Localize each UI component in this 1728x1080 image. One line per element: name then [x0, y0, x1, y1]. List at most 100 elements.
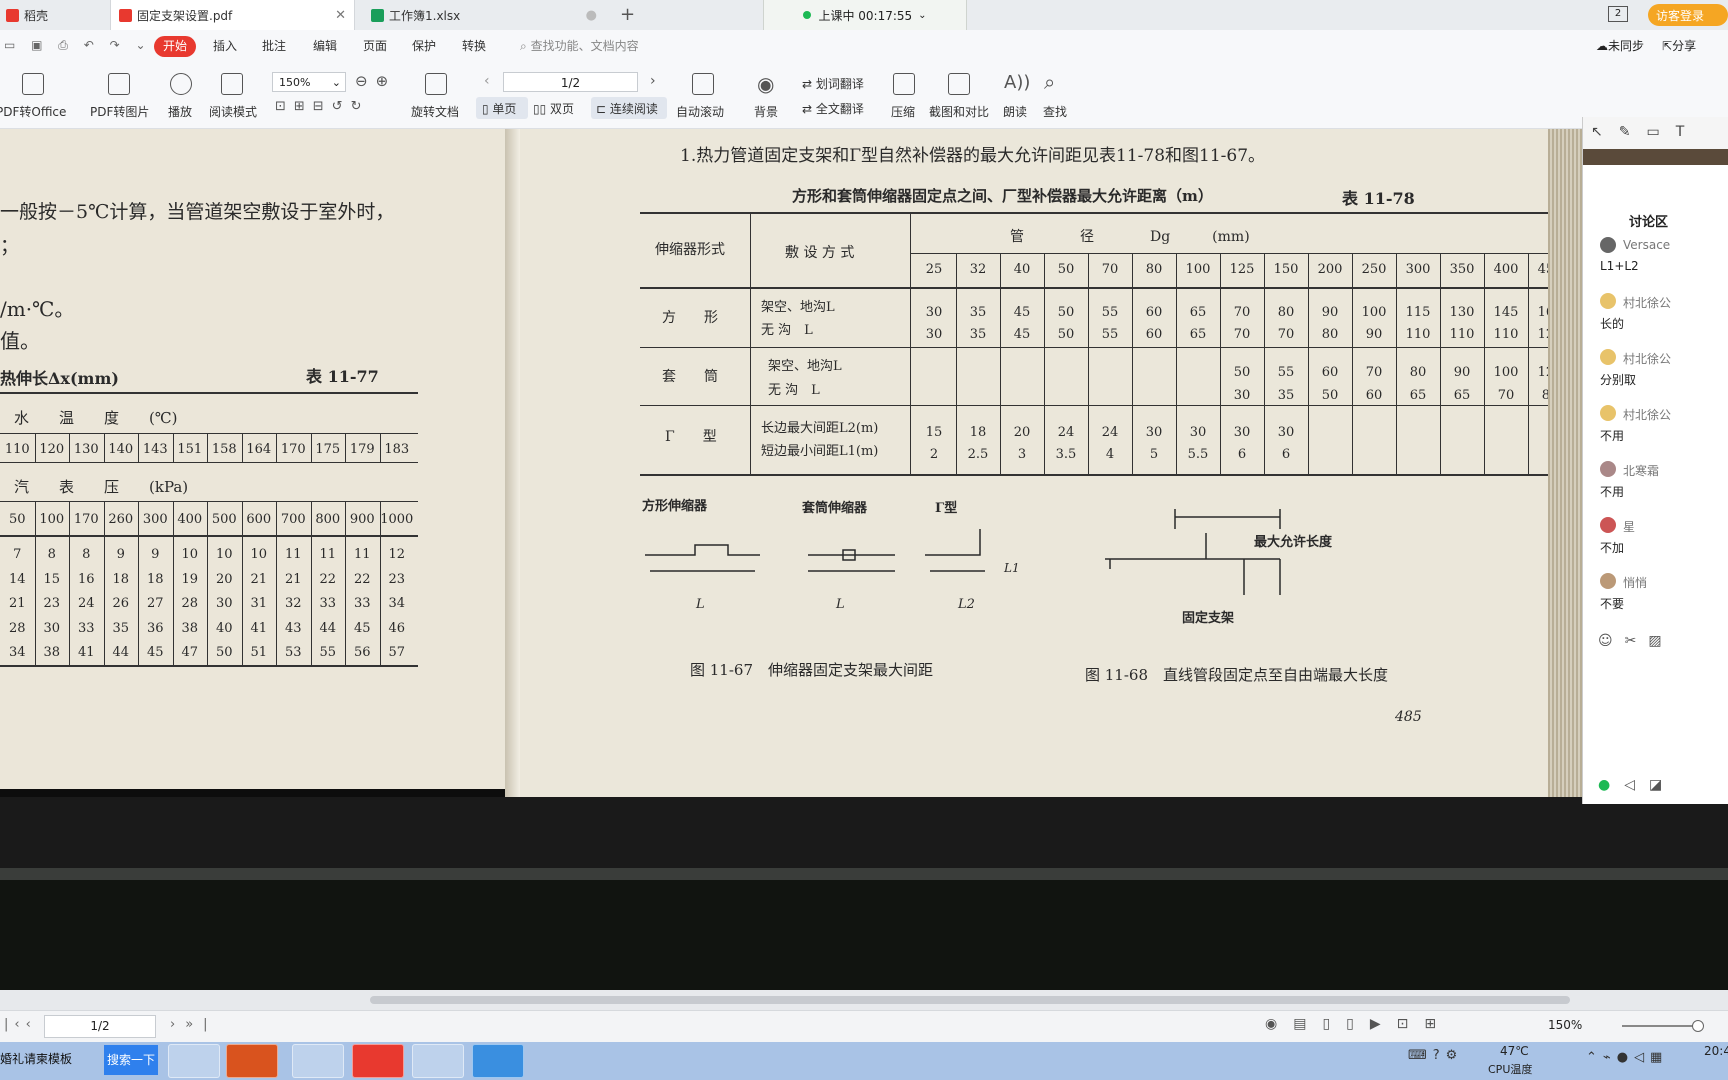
app-icon[interactable]	[412, 1044, 464, 1078]
tab-label: 工作簿1.xlsx	[389, 8, 461, 23]
sleeve-value: 30	[1233, 388, 1251, 403]
prev-page-icon[interactable]: ‹	[484, 73, 490, 89]
login-button[interactable]: 访客登录	[1648, 4, 1728, 26]
mic-speaker-icons[interactable]: ●◁◪	[1598, 777, 1676, 793]
play-button[interactable]: 播放	[168, 103, 192, 120]
tray-icons[interactable]: ⌨?⚙	[1408, 1048, 1463, 1063]
next-page-icon[interactable]: ›	[650, 73, 656, 89]
acs-icon[interactable]	[226, 1044, 278, 1078]
table-rule	[1308, 254, 1309, 474]
page-tools-icons[interactable]: ⊡⊞⊟↺↻	[275, 99, 369, 114]
annotation-tools[interactable]: ↖✎▭T	[1583, 117, 1728, 149]
square-value: 115	[1405, 305, 1431, 320]
table-rule	[345, 537, 346, 665]
daoke-icon	[6, 8, 19, 22]
next-last-icons[interactable]: ›»|	[170, 1017, 218, 1032]
cloud-icon: ☁	[1596, 39, 1608, 53]
taskbar-search-text[interactable]: 婚礼请柬模板	[0, 1050, 72, 1067]
tab-daoke[interactable]: 稻壳	[0, 0, 116, 30]
background-button[interactable]: 背景	[754, 103, 778, 120]
menu-protect[interactable]: 保护	[412, 37, 436, 54]
square-value: 70	[1233, 305, 1251, 320]
fig-sleeve-dim: L	[836, 597, 845, 612]
tab-xlsx[interactable]: 工作簿1.xlsx ●	[365, 0, 605, 30]
new-tab-button[interactable]: +	[620, 4, 635, 25]
gamma-value: 20	[1013, 425, 1031, 440]
meeting-icon[interactable]	[472, 1044, 524, 1078]
square-value: 130	[1449, 305, 1475, 320]
chat-author: 悄悄	[1623, 576, 1648, 590]
scroll-thumb[interactable]	[370, 996, 1570, 1004]
table-rule	[207, 537, 208, 665]
view-mode-icons[interactable]: ◉▤▯▯▶⊡⊞	[1265, 1016, 1452, 1032]
menu-convert[interactable]: 转换	[462, 37, 486, 54]
window-count-badge[interactable]: 2	[1608, 6, 1628, 22]
left-table-cell: 43	[284, 620, 302, 636]
gamma-value: 4	[1105, 447, 1115, 462]
command-search[interactable]: ⌕ 查找功能、文档内容	[520, 37, 639, 54]
fig-sleeve-label: 套筒伸缩器	[802, 501, 868, 516]
table-rule	[172, 501, 174, 535]
left-table-cell: 110	[4, 442, 30, 457]
class-status-pill[interactable]: 上课中 00:17:55 ⌄	[763, 0, 967, 31]
menu-annotate[interactable]: 批注	[262, 37, 286, 54]
menu-edit[interactable]: 编辑	[313, 37, 337, 54]
diameter-header: 32	[969, 262, 987, 277]
taskbar-search-button[interactable]: 搜索一下	[104, 1045, 158, 1075]
first-prev-icons[interactable]: |‹‹	[4, 1017, 37, 1032]
square-value: 65	[1189, 327, 1207, 342]
folder-icon[interactable]	[292, 1044, 344, 1078]
close-icon[interactable]: ✕	[335, 8, 346, 23]
status-zoom[interactable]: 150%	[1548, 1018, 1582, 1032]
zoom-select[interactable]: 150% ⌄	[272, 72, 346, 92]
share-button[interactable]: ⇱分享	[1662, 37, 1696, 54]
left-table-cell: 8	[82, 547, 91, 562]
pen-shape-text-icons[interactable]: ↖✎▭T	[1591, 124, 1700, 140]
document-view[interactable]: 一般按－5℃计算，当管道架空敷设于室外时， ； /m·℃。 值。 热伸长Δx(m…	[0, 129, 1582, 797]
quick-access-icons[interactable]: ▭ ▣ ⎙ ↶ ↷ ⌄	[4, 38, 152, 53]
chat-author: Versace	[1623, 238, 1671, 252]
status-page-input[interactable]: 1/2	[44, 1015, 156, 1038]
autoscroll-button[interactable]: 自动滚动	[676, 103, 724, 120]
chat-message: 不要	[1600, 597, 1625, 611]
sleeve-value: 50	[1233, 365, 1251, 380]
read-mode-button[interactable]: 阅读模式	[209, 103, 257, 120]
table-rule	[103, 433, 105, 462]
pdf-to-office-button[interactable]: PDF转Office	[0, 103, 66, 120]
table-rule	[34, 537, 36, 665]
system-tray-icons[interactable]: ⌃⌁●◁▦	[1586, 1050, 1668, 1065]
double-page-button[interactable]: ▯▯ 双页	[533, 100, 574, 117]
zoom-slider[interactable]	[1622, 1020, 1704, 1032]
menu-insert[interactable]: 插入	[213, 37, 237, 54]
menu-page[interactable]: 页面	[363, 37, 387, 54]
tab-pdf[interactable]: 固定支架设置.pdf ✕	[110, 0, 355, 30]
chat-tool-icons[interactable]: ☺✂▨	[1598, 633, 1674, 649]
zoom-out-in-icons[interactable]: ⊖⊕	[355, 72, 396, 90]
dot-icon[interactable]: ●	[586, 8, 597, 23]
table-rule	[379, 537, 381, 665]
square-value: 110	[1493, 327, 1519, 342]
rotate-button[interactable]: 旋转文档	[411, 103, 459, 120]
continuous-read-button[interactable]: ⊏ 连续阅读	[596, 100, 658, 117]
find-button[interactable]: 查找	[1043, 103, 1067, 120]
page-number-input[interactable]: 1/2	[503, 72, 638, 92]
menu-start[interactable]: 开始	[154, 36, 196, 57]
table-rule	[1396, 254, 1397, 474]
zoom-slider-handle[interactable]	[1692, 1020, 1704, 1032]
next-page-strip	[0, 868, 1728, 990]
square-value: 110	[1449, 327, 1475, 342]
pdf-to-image-button[interactable]: PDF转图片	[90, 103, 149, 120]
compress-button[interactable]: 压缩	[891, 103, 915, 120]
horizontal-scrollbar[interactable]	[0, 990, 1728, 1010]
square-value: 55	[1101, 327, 1119, 342]
wps-icon[interactable]	[352, 1044, 404, 1078]
screenshot-compare-button[interactable]: 截图和对比	[929, 103, 989, 120]
full-translate-button[interactable]: ⇄ 全文翻译	[802, 100, 864, 117]
left-table-cell: 30	[43, 620, 61, 636]
word-translate-button[interactable]: ⇄ 划词翻译	[802, 75, 864, 92]
read-aloud-button[interactable]: 朗读	[1003, 103, 1027, 120]
left-table-cell: 33	[353, 596, 371, 611]
sync-status[interactable]: ☁未同步	[1596, 37, 1644, 54]
single-page-button[interactable]: ▯ 单页	[482, 100, 516, 117]
browser-icon[interactable]	[168, 1044, 220, 1078]
